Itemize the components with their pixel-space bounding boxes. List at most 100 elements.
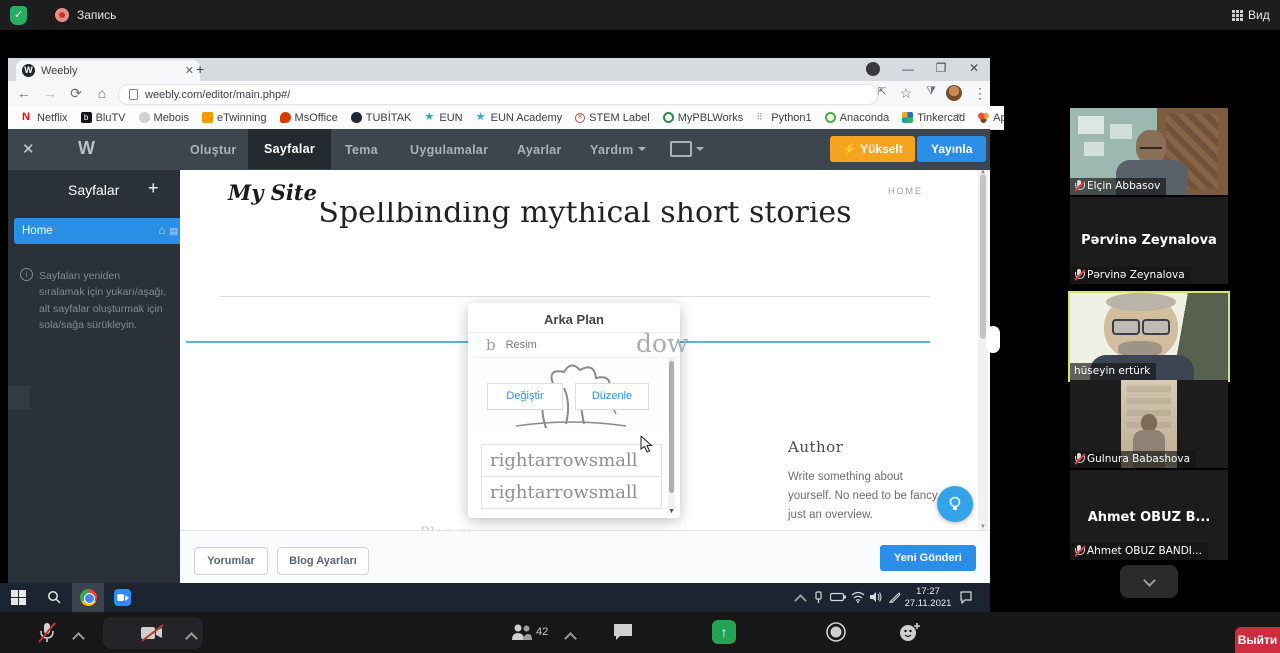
home-icon[interactable]: ⌂ bbox=[90, 85, 114, 101]
profile-avatar[interactable] bbox=[946, 85, 962, 101]
adblock-extension-icon[interactable] bbox=[866, 62, 880, 76]
participant-tile-huseyin[interactable]: hüseyin ertürk bbox=[1068, 291, 1230, 382]
bookmark-eun-academy[interactable]: ★EUN Academy bbox=[476, 112, 563, 124]
nav-settings[interactable]: Ayarlar bbox=[517, 143, 562, 157]
background-list-item[interactable]: rightarrowsmall bbox=[481, 444, 662, 477]
participants-chevron[interactable] bbox=[564, 632, 577, 645]
new-post-button[interactable]: Yeni Gönderi bbox=[880, 545, 976, 571]
new-tab-button[interactable]: + bbox=[196, 61, 204, 77]
participants-scroll-down-button[interactable] bbox=[1120, 565, 1178, 598]
menu-dots-icon[interactable]: ⋮ bbox=[968, 85, 992, 102]
recording-label: Запись bbox=[77, 8, 116, 22]
bookmark-star-icon[interactable]: ☆ bbox=[894, 85, 918, 102]
mic-muted-icon[interactable] bbox=[36, 621, 58, 645]
change-button[interactable]: Değiştir bbox=[487, 383, 563, 410]
browser-tab[interactable]: W Weebly ✕ bbox=[16, 60, 200, 81]
blog-settings-button[interactable]: Blog Ayarları bbox=[277, 547, 369, 575]
tab-close-icon[interactable]: ✕ bbox=[185, 64, 194, 77]
page-item-home[interactable]: Home ⌂ ▤ bbox=[14, 218, 186, 244]
nav-theme[interactable]: Tema bbox=[345, 143, 378, 157]
usb-icon[interactable] bbox=[812, 591, 825, 604]
view-button[interactable]: Вид bbox=[1232, 0, 1280, 30]
bookmark-blutv[interactable]: bBluTV bbox=[81, 112, 126, 124]
nav-apps[interactable]: Uygulamalar bbox=[410, 143, 488, 157]
taskbar-search-button[interactable] bbox=[38, 583, 70, 612]
security-shield-icon[interactable] bbox=[10, 6, 27, 25]
start-button[interactable] bbox=[2, 583, 34, 612]
bookmark-mypblworks[interactable]: MyPBLWorks bbox=[663, 112, 744, 124]
forward-icon[interactable]: → bbox=[38, 85, 62, 101]
participant-tile-parvina[interactable]: Pərvinə Zeynalova Pərvinə Zeynalova bbox=[1070, 197, 1228, 284]
taskbar-clock[interactable]: 17:27 27.11.2021 bbox=[904, 586, 952, 611]
bookmark-app-inventor[interactable]: App Inventor bbox=[978, 112, 1004, 124]
nav-help[interactable]: Yardım bbox=[590, 143, 634, 157]
bookmark-netflix[interactable]: NNetflix bbox=[22, 112, 68, 124]
nav-create[interactable]: Oluştur bbox=[190, 143, 237, 157]
bookmark-msoffice[interactable]: MsOffice bbox=[280, 112, 338, 124]
share-page-icon[interactable]: ⇱ bbox=[870, 85, 894, 98]
video-button-group[interactable] bbox=[103, 617, 203, 649]
restore-button[interactable]: ❐ bbox=[926, 61, 956, 75]
nav-pages[interactable]: Sayfalar bbox=[248, 129, 331, 169]
dialog-scrollbar[interactable]: ▼ bbox=[668, 358, 675, 513]
windows-taskbar: 17:27 27.11.2021 bbox=[0, 583, 990, 612]
eun-favicon: ★ bbox=[424, 112, 435, 123]
editor-close-icon[interactable]: ✕ bbox=[22, 140, 35, 158]
participant-tile-ahmet[interactable]: Ahmet OBUZ B... Ahmet OBUZ BANDI... bbox=[1070, 470, 1228, 560]
extensions-puzzle-icon[interactable]: ⧩ bbox=[919, 85, 943, 98]
edit-button[interactable]: Düzenle bbox=[575, 383, 649, 410]
minimize-button[interactable]: — bbox=[893, 62, 923, 76]
sidebar-collapse-handle[interactable] bbox=[8, 386, 30, 410]
pen-icon[interactable] bbox=[888, 591, 901, 604]
bookmark-python1[interactable]: ⠿Python1 bbox=[756, 112, 811, 124]
record-icon[interactable] bbox=[825, 621, 847, 643]
blutv-favicon: b bbox=[81, 112, 92, 123]
device-preview-icon[interactable] bbox=[670, 141, 692, 157]
side-pull-tab[interactable] bbox=[986, 326, 1000, 353]
comments-button[interactable]: Yorumlar bbox=[194, 547, 268, 575]
participants-icon[interactable] bbox=[510, 622, 534, 642]
leave-meeting-button[interactable]: Выйти bbox=[1235, 627, 1280, 653]
taskbar-chrome-button[interactable] bbox=[72, 583, 104, 612]
page-settings-icon[interactable]: ▤ bbox=[169, 226, 178, 237]
site-canvas: My Site HOME Spellbinding mythical short… bbox=[180, 170, 990, 530]
bookmark-tubitak[interactable]: TUBİTAK bbox=[351, 112, 412, 124]
share-screen-button[interactable]: ↑ bbox=[712, 620, 736, 644]
publish-button[interactable]: Yayınla bbox=[917, 136, 986, 162]
bookmark-anaconda[interactable]: Anaconda bbox=[825, 112, 890, 124]
site-home-link[interactable]: HOME bbox=[888, 186, 923, 196]
help-button[interactable] bbox=[937, 486, 973, 522]
participant-tile-elcin[interactable]: Elçin Abbasov bbox=[1070, 108, 1228, 195]
address-bar[interactable]: weebly.com/editor/main.php#/ bbox=[118, 84, 878, 105]
msoffice-favicon bbox=[280, 112, 291, 123]
author-paragraph[interactable]: Write something about yourself. No need … bbox=[788, 468, 948, 525]
bookmark-stem-label[interactable]: ✕STEM Label bbox=[575, 112, 650, 124]
reload-icon[interactable]: ⟳ bbox=[64, 85, 88, 102]
bookmark-etwinning[interactable]: eTwinning bbox=[202, 112, 267, 124]
taskbar-zoom-button[interactable] bbox=[106, 583, 138, 614]
close-button[interactable]: ✕ bbox=[959, 61, 989, 75]
video-options-chevron[interactable] bbox=[185, 632, 198, 645]
notification-center-icon[interactable] bbox=[960, 591, 974, 604]
post-title-wrap[interactable]: Spellbinding mythical short stories bbox=[180, 202, 990, 234]
bookmark-eun[interactable]: ★EUN bbox=[424, 112, 462, 124]
background-list-item[interactable]: rightarrowsmall bbox=[481, 476, 662, 509]
add-page-button[interactable]: + bbox=[148, 178, 159, 199]
participant-tile-gulnura[interactable]: Gulnura Babashova bbox=[1070, 380, 1228, 468]
wifi-icon[interactable] bbox=[851, 591, 865, 603]
tray-expand-chevron[interactable] bbox=[794, 594, 807, 607]
chat-icon[interactable] bbox=[612, 622, 634, 642]
mic-options-chevron[interactable] bbox=[72, 632, 85, 645]
help-caret-icon bbox=[638, 147, 646, 151]
mypblworks-favicon bbox=[663, 112, 674, 123]
upgrade-button[interactable]: ⚡ Yükselt bbox=[830, 136, 915, 162]
reactions-icon[interactable] bbox=[898, 621, 922, 643]
speaker-icon[interactable] bbox=[869, 591, 883, 603]
mebois-favicon bbox=[139, 112, 150, 123]
bookmarks-overflow-chevron[interactable]: » bbox=[956, 110, 962, 122]
author-heading[interactable]: Author bbox=[788, 438, 843, 456]
bookmark-mebois[interactable]: Mebois bbox=[139, 112, 189, 124]
lightbulb-icon bbox=[948, 496, 962, 512]
battery-icon[interactable] bbox=[830, 592, 846, 602]
back-icon[interactable]: ← bbox=[12, 85, 36, 101]
